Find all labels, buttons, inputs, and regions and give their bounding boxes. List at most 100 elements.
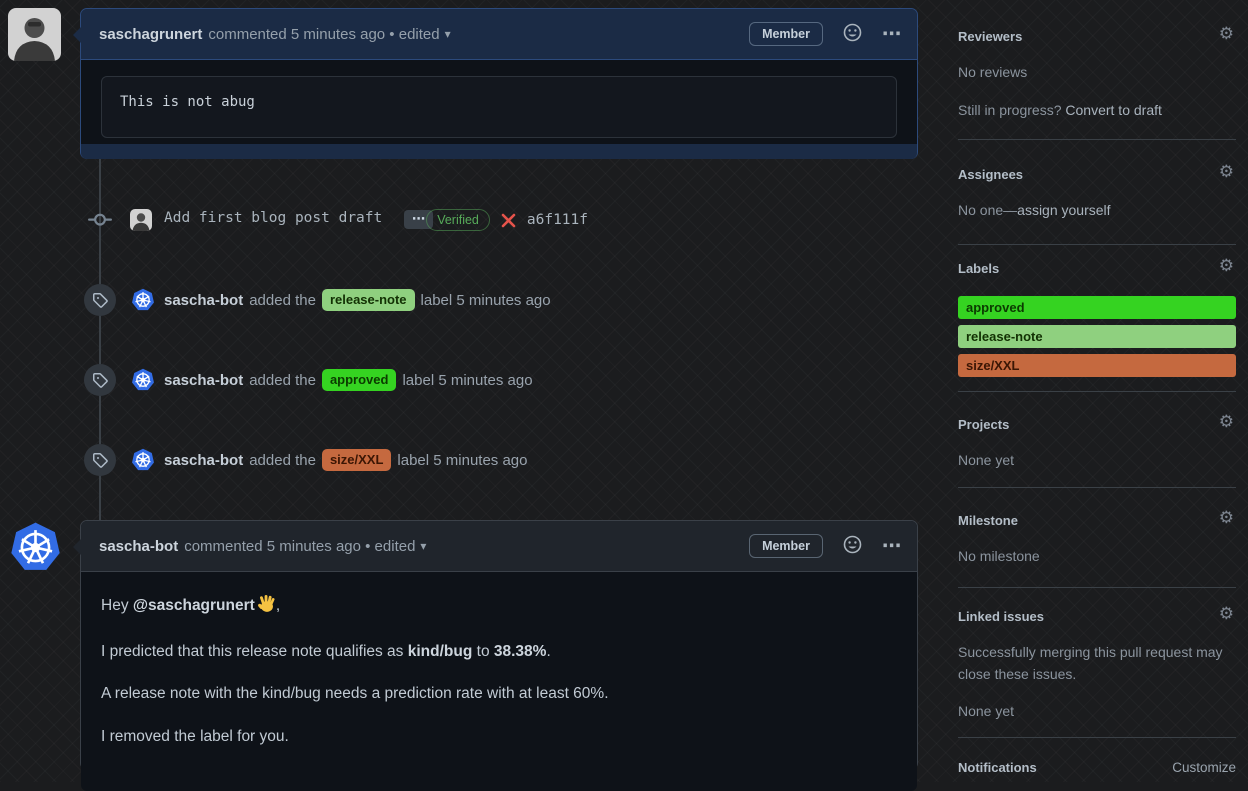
text: Hey	[101, 597, 133, 614]
text: .	[546, 642, 551, 660]
sidebar-divider	[958, 487, 1236, 488]
event-actor-link[interactable]: sascha-bot	[164, 292, 243, 309]
sidebar-section-linked-issues: Linked issues ⚙ Successfully merging thi…	[958, 605, 1236, 739]
assign-yourself-link[interactable]: assign yourself	[1017, 202, 1110, 218]
event-action-text: added the	[249, 291, 316, 309]
commit-sha-link[interactable]: a6f111f	[527, 212, 588, 228]
label-pill[interactable]: size/XXL	[321, 449, 392, 471]
gear-icon[interactable]: ⚙	[1219, 25, 1234, 42]
timeline-badge	[84, 364, 116, 396]
comment-header: saschagrunert commented 5 minutes ago • …	[73, 9, 917, 60]
sidebar-divider	[958, 391, 1236, 392]
sidebar-label-size-xxl[interactable]: size/XXL	[958, 354, 1236, 377]
kubernetes-icon	[132, 288, 154, 311]
label-pill[interactable]: release-note	[321, 289, 415, 311]
customize-link[interactable]: Customize	[1172, 760, 1236, 775]
waving-hand-icon	[257, 594, 276, 620]
kebab-menu-button[interactable]: ⋯	[882, 25, 901, 44]
sidebar-section-assignees: Assignees ⚙ No one—assign yourself	[958, 163, 1236, 238]
comment-header: sascha-bot commented 5 minutes ago • edi…	[73, 521, 917, 572]
section-title: Milestone	[958, 513, 1018, 528]
section-title: Assignees	[958, 167, 1024, 182]
reviewers-empty-text: No reviews	[958, 64, 1028, 80]
comment-caret	[73, 539, 81, 555]
section-title: Projects	[958, 417, 1010, 432]
event-actor-link[interactable]: sascha-bot	[164, 452, 243, 469]
event-actor-link[interactable]: sascha-bot	[164, 372, 243, 389]
text: I predicted that this release note quali…	[101, 642, 408, 660]
emoji-reaction-button[interactable]	[843, 535, 862, 558]
avatar-sascha-bot[interactable]	[131, 288, 155, 312]
avatar-saschagrunert[interactable]	[8, 8, 61, 61]
sidebar-label-approved[interactable]: approved	[958, 296, 1236, 319]
section-title: Reviewers	[958, 29, 1023, 44]
member-badge: Member	[749, 22, 823, 46]
comment-body: This is not abug	[81, 60, 917, 144]
sidebar-divider	[958, 244, 1236, 245]
avatar-sascha-bot[interactable]	[131, 368, 155, 392]
comment-author-link[interactable]: saschagrunert	[99, 26, 202, 43]
sidebar-label-release-note[interactable]: release-note	[958, 325, 1236, 348]
comment-author-link[interactable]: sascha-bot	[99, 538, 178, 555]
comment-saschagrunert: saschagrunert commented 5 minutes ago • …	[73, 8, 918, 159]
gear-icon[interactable]: ⚙	[1219, 605, 1234, 622]
milestone-empty-text: No milestone	[958, 548, 1040, 564]
edited-dropdown-icon[interactable]: ▾	[420, 539, 426, 553]
mention-link[interactable]: @saschagrunert	[133, 597, 255, 614]
sidebar-section-reviewers: Reviewers ⚙ No reviews Still in progress…	[958, 25, 1236, 137]
person-photo-icon	[8, 8, 61, 61]
timeline-badge	[84, 444, 116, 476]
event-suffix-text: label 5 minutes ago	[402, 371, 533, 389]
verified-badge[interactable]: Verified	[426, 209, 490, 231]
sidebar-divider	[958, 139, 1236, 140]
sidebar-section-notifications: Notifications Customize	[958, 760, 1236, 775]
section-title: Notifications	[958, 760, 1037, 775]
git-commit-icon	[88, 208, 112, 232]
event-action-text: added the	[249, 371, 316, 389]
projects-empty-text: None yet	[958, 452, 1015, 468]
kubernetes-icon	[132, 368, 154, 391]
event-suffix-text: label 5 minutes ago	[420, 291, 551, 309]
sidebar-section-milestone: Milestone ⚙ No milestone	[958, 509, 1236, 584]
kubernetes-icon	[132, 448, 154, 471]
gear-icon[interactable]: ⚙	[1219, 509, 1234, 526]
commit-message-link[interactable]: Add first blog post draft	[164, 210, 382, 226]
section-title: Labels	[958, 261, 1000, 276]
kubernetes-icon	[11, 522, 60, 570]
sidebar: Reviewers ⚙ No reviews Still in progress…	[958, 0, 1236, 782]
edited-dropdown-icon[interactable]: ▾	[445, 27, 451, 41]
sidebar-section-labels: Labels ⚙ approved release-note size/XXL	[958, 257, 1236, 383]
comment-meta: commented 5 minutes ago • edited	[184, 537, 416, 555]
commit-author-avatar[interactable]	[130, 209, 152, 231]
comment-caret	[73, 27, 81, 43]
member-badge: Member	[749, 534, 823, 558]
avatar-sascha-bot[interactable]	[131, 448, 155, 472]
gear-icon[interactable]: ⚙	[1219, 163, 1234, 180]
smiley-icon	[843, 535, 862, 553]
label-pill[interactable]: approved	[321, 369, 397, 391]
label-event-row: sascha-bot added the release-note label …	[0, 280, 918, 320]
comment-footer-strip	[81, 144, 917, 159]
sidebar-divider	[958, 737, 1236, 738]
comment-paragraph: I predicted that this release note quali…	[101, 641, 897, 663]
convert-to-draft-link[interactable]: Convert to draft	[1065, 102, 1162, 118]
emoji-reaction-button[interactable]	[843, 23, 862, 46]
event-action-text: added the	[249, 451, 316, 469]
bold-text: kind/bug	[407, 642, 473, 660]
sidebar-section-projects: Projects ⚙ None yet	[958, 413, 1236, 488]
section-title: Linked issues	[958, 609, 1044, 624]
bold-text: 38.38%	[493, 642, 547, 660]
linked-issues-empty-text: None yet	[958, 703, 1015, 720]
tag-icon	[93, 293, 108, 308]
timeline-badge	[84, 284, 116, 316]
comment-paragraph: Hey @saschagrunert ,	[101, 594, 897, 620]
gear-icon[interactable]: ⚙	[1219, 257, 1234, 274]
ci-failed-x-icon[interactable]	[501, 213, 516, 228]
smiley-icon	[843, 23, 862, 41]
linked-issues-hint-text: Successfully merging this pull request m…	[958, 644, 1223, 682]
kebab-menu-button[interactable]: ⋯	[882, 537, 901, 556]
label-event-row: sascha-bot added the size/XXL label 5 mi…	[0, 440, 918, 480]
assignees-empty-text: No one—	[958, 202, 1018, 218]
gear-icon[interactable]: ⚙	[1219, 413, 1234, 430]
avatar-sascha-bot-large[interactable]	[9, 521, 62, 574]
